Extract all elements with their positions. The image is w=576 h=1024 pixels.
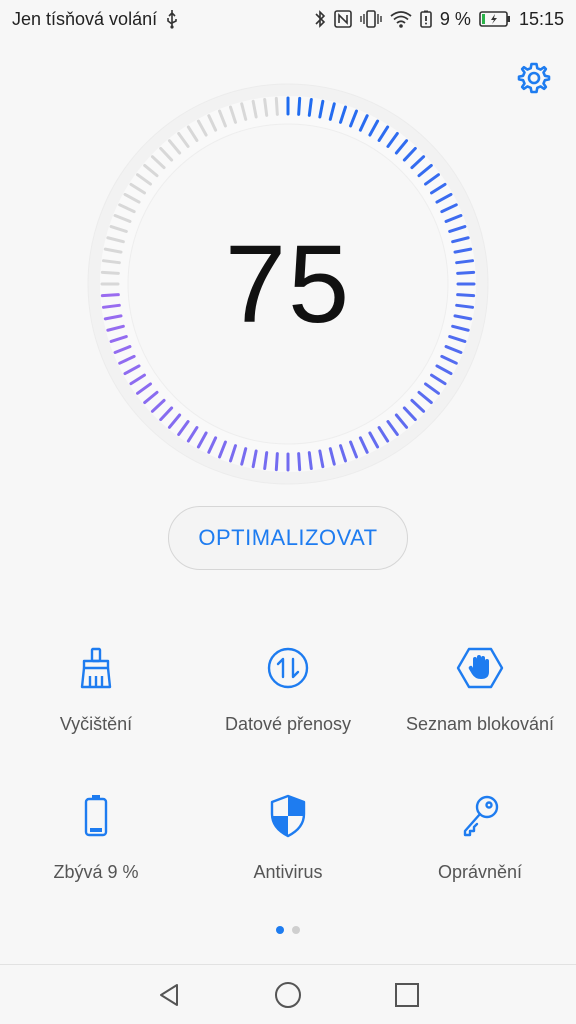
home-button[interactable] — [268, 975, 308, 1015]
recents-icon — [394, 982, 420, 1008]
tool-label: Datové přenosy — [224, 714, 352, 734]
status-bar: Jen tísňová volání 9 % 15:15 — [0, 0, 576, 38]
tool-label: Zbývá 9 % — [53, 862, 139, 882]
gear-icon — [517, 61, 551, 95]
broom-icon — [72, 644, 120, 692]
bluetooth-icon — [314, 9, 326, 29]
vibrate-icon — [360, 9, 382, 29]
data-transfer-icon — [264, 644, 312, 692]
tool-cleanup[interactable]: Vyčištění — [0, 644, 192, 754]
back-icon — [155, 981, 183, 1009]
tool-antivirus[interactable]: Antivirus — [192, 792, 384, 902]
navigation-bar — [0, 964, 576, 1024]
status-bar-right: 9 % 15:15 — [314, 9, 564, 30]
score-value: 75 — [224, 222, 352, 346]
page-indicator — [0, 926, 576, 936]
page-dot[interactable] — [292, 926, 300, 934]
nfc-icon — [334, 9, 352, 29]
carrier-text: Jen tísňová volání — [12, 8, 158, 29]
settings-button[interactable] — [516, 60, 552, 96]
battery-saver-icon — [420, 9, 432, 29]
tool-data-transfer[interactable]: Datové přenosy — [192, 644, 384, 754]
battery-charging-icon — [479, 9, 511, 29]
key-icon — [456, 792, 504, 840]
tool-label: Antivirus — [253, 862, 323, 882]
usb-icon — [165, 9, 179, 29]
tool-label: Vyčištění — [59, 714, 133, 734]
phone-manager-screen: Jen tísňová volání 9 % 15:15 75 OPTIMALI… — [0, 0, 576, 1024]
shield-icon — [264, 792, 312, 840]
tool-battery[interactable]: Zbývá 9 % — [0, 792, 192, 902]
page-dot-active[interactable] — [276, 926, 284, 934]
tool-block-list[interactable]: Seznam blokování — [384, 644, 576, 754]
battery-icon — [72, 792, 120, 840]
clock-text: 15:15 — [518, 8, 564, 29]
recents-button[interactable] — [387, 975, 427, 1015]
status-bar-left: Jen tísňová volání — [12, 9, 179, 30]
home-icon — [273, 980, 303, 1010]
block-hand-icon — [456, 644, 504, 692]
optimization-score-dial: 75 — [86, 82, 490, 486]
optimize-button[interactable]: OPTIMALIZOVAT — [168, 506, 408, 570]
tool-label: Seznam blokování — [405, 714, 555, 734]
tool-permissions[interactable]: Oprávnění — [384, 792, 576, 902]
battery-percent-text: 9 % — [439, 8, 471, 29]
back-button[interactable] — [149, 975, 189, 1015]
tool-label: Oprávnění — [437, 862, 523, 882]
wifi-icon — [390, 9, 412, 29]
